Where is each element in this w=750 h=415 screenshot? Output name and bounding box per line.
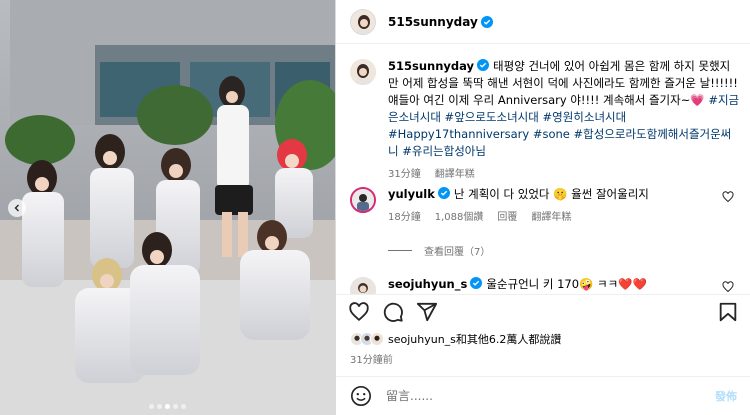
author-username[interactable]: 515sunnyday bbox=[388, 15, 478, 29]
post-comment-button[interactable]: 發佈 bbox=[715, 388, 737, 404]
carousel-dot bbox=[181, 404, 186, 409]
emoji-icon[interactable] bbox=[350, 385, 372, 407]
verified-icon bbox=[437, 187, 450, 199]
caption-time: 31分鐘 bbox=[388, 169, 421, 180]
carousel-dot bbox=[173, 404, 178, 409]
carousel-dot bbox=[165, 404, 170, 409]
comment-time: 18分鐘 bbox=[388, 212, 421, 223]
liker-avatar bbox=[370, 332, 384, 346]
comment-likes[interactable]: 1,088個讚 bbox=[435, 209, 484, 226]
comment-text: 난 계획이 다 있었다 🤫 율썬 잘어울리지 bbox=[453, 187, 649, 201]
comment-icon[interactable] bbox=[382, 301, 404, 323]
comment-item: yulyulk 난 계획이 다 있었다 🤫 율썬 잘어울리지 18分鐘 1,088… bbox=[350, 186, 740, 226]
comment-translate-link[interactable]: 翻譯年糕 bbox=[531, 209, 571, 226]
carousel-dot bbox=[157, 404, 162, 409]
share-icon[interactable] bbox=[416, 301, 438, 323]
chevron-left-icon bbox=[14, 204, 19, 212]
comment-like-heart-icon[interactable] bbox=[722, 191, 734, 203]
comment-username[interactable]: seojuhyun_s bbox=[388, 277, 467, 291]
carousel-prev-button[interactable] bbox=[8, 199, 26, 217]
caption-avatar[interactable] bbox=[350, 59, 376, 85]
heart-icon[interactable] bbox=[348, 301, 370, 323]
comment-item: seojuhyun_s 울순규언니 키 170🤪 ㅋㅋ❤️❤️ bbox=[350, 276, 740, 294]
comment-username[interactable]: yulyulk bbox=[388, 187, 435, 201]
likes-text: seojuhyun_s和其他6.2萬人都說讚 bbox=[388, 333, 562, 346]
carousel-indicators bbox=[0, 404, 335, 409]
view-replies-button[interactable]: 查看回覆（7） bbox=[388, 243, 490, 258]
replies-divider bbox=[388, 250, 412, 251]
comment-input[interactable] bbox=[386, 389, 715, 403]
verified-icon bbox=[477, 59, 490, 71]
add-comment-bar: 發佈 bbox=[336, 376, 750, 415]
comments-section: 515sunnyday 태평양 건너에 있어 아쉽게 몸은 함께 하지 못했지만 … bbox=[336, 44, 750, 294]
group-photo-illustration bbox=[0, 0, 335, 415]
comment-like-heart-icon[interactable] bbox=[722, 281, 734, 293]
caption-username[interactable]: 515sunnyday bbox=[388, 59, 474, 73]
comment-reply-button[interactable]: 回覆 bbox=[497, 209, 517, 226]
verified-icon bbox=[480, 15, 493, 28]
view-replies-label: 查看回覆（7） bbox=[424, 247, 491, 258]
post-caption: 515sunnyday 태평양 건너에 있어 아쉽게 몸은 함께 하지 못했지만 … bbox=[350, 58, 740, 183]
post-photo[interactable] bbox=[0, 0, 335, 415]
commenter-avatar[interactable] bbox=[350, 187, 376, 213]
post-side-panel: 515sunnyday 515sunnyday 태평양 건너에 있어 아쉽게 몸은… bbox=[335, 0, 750, 415]
verified-icon bbox=[470, 277, 483, 289]
commenter-avatar[interactable] bbox=[350, 277, 376, 294]
comment-text: 울순규언니 키 170🤪 ㅋㅋ❤️❤️ bbox=[486, 277, 647, 291]
post-timestamp[interactable]: 31分鐘前 bbox=[350, 351, 393, 366]
carousel-dot bbox=[149, 404, 154, 409]
post-header: 515sunnyday bbox=[336, 0, 750, 44]
author-avatar[interactable] bbox=[350, 8, 376, 35]
post-actions bbox=[336, 294, 750, 324]
caption-translate-link[interactable]: 翻譯年糕 bbox=[435, 166, 475, 183]
bookmark-icon[interactable] bbox=[717, 301, 739, 323]
likes-summary[interactable]: seojuhyun_s和其他6.2萬人都說讚 bbox=[350, 331, 561, 347]
